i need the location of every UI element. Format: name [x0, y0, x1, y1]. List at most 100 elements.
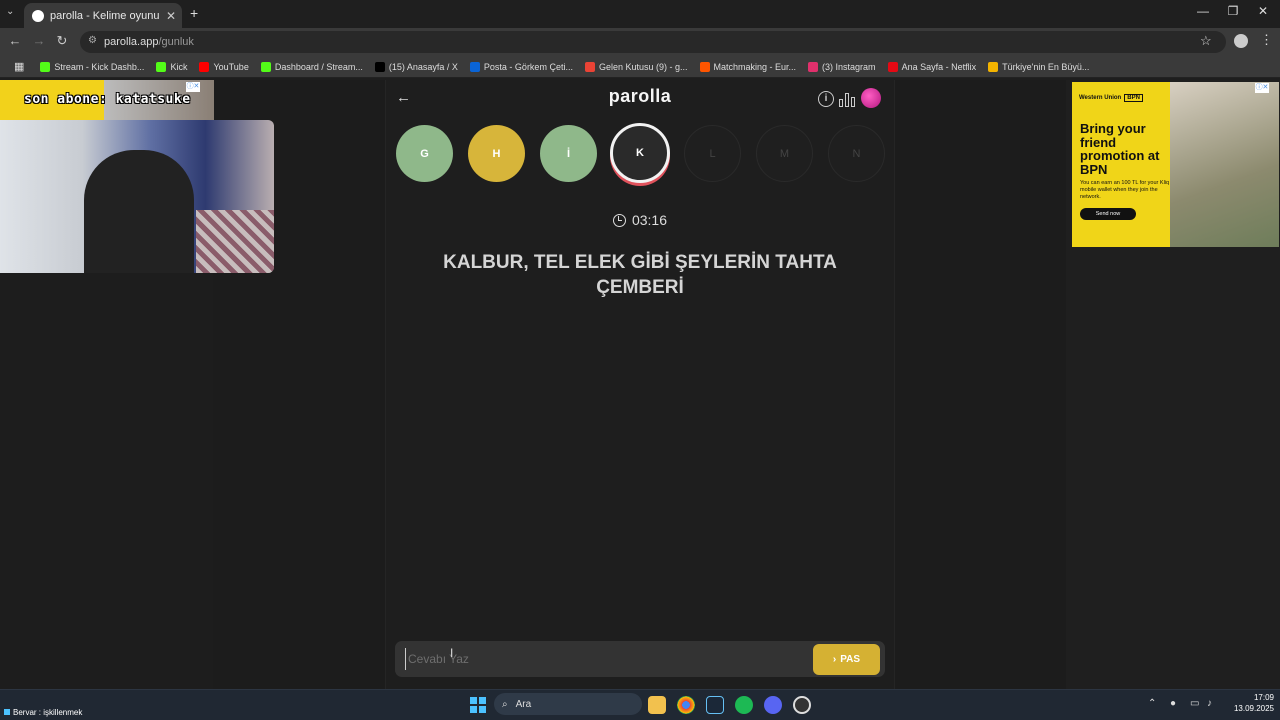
- status-dot-icon: [4, 709, 10, 715]
- bookmark-item[interactable]: YouTube: [193, 61, 254, 72]
- back-arrow-icon[interactable]: ←: [396, 89, 416, 107]
- spotify-icon[interactable]: [735, 696, 753, 714]
- bookmark-item[interactable]: (3) Instagram: [802, 61, 882, 72]
- pass-button[interactable]: › PAS: [813, 644, 880, 675]
- chevron-right-icon: ›: [832, 654, 837, 665]
- bookmark-favicon-icon: [584, 61, 595, 72]
- taskbar-clock[interactable]: 17:09 13.09.2025: [1222, 692, 1274, 714]
- bookmark-item[interactable]: Kick: [150, 61, 193, 72]
- text-cursor-icon: I: [450, 646, 454, 660]
- question-text: KALBUR, TEL ELEK GİBİ ŞEYLERİN TAHTA ÇEM…: [443, 252, 837, 298]
- ad-brand-left: Western Union: [1079, 95, 1122, 101]
- bookmark-favicon-icon: [156, 61, 167, 72]
- network-icon[interactable]: ▭: [1190, 698, 1199, 709]
- minimize-icon[interactable]: —: [1188, 4, 1218, 18]
- ad-brand: Western Union BPN: [1079, 94, 1143, 102]
- chrome-icon[interactable]: [677, 696, 695, 714]
- letter-circle-h: H: [468, 125, 525, 182]
- taskbar-search[interactable]: ⌕ Ara: [494, 693, 642, 715]
- tab-close-icon[interactable]: ✕: [166, 9, 176, 23]
- answer-input[interactable]: [405, 648, 805, 670]
- streamer-image: [84, 150, 194, 273]
- tab-title: parolla - Kelime oyunu. Günlük: [50, 9, 160, 22]
- tray-chevron-icon[interactable]: ⌃: [1148, 698, 1156, 709]
- webcam-background: [196, 210, 274, 273]
- bookmark-label: (3) Instagram: [822, 61, 876, 72]
- letter-circle-n: N: [828, 125, 885, 182]
- ad-body: You can earn an 100 TL for your Kliq mob…: [1080, 180, 1170, 200]
- bookmark-item[interactable]: Posta - Görkem Çeti...: [464, 61, 579, 72]
- last-subscriber-text: son abone: katatsuke: [24, 92, 191, 107]
- letter-circle-k-current: K: [610, 123, 670, 183]
- browser-tab[interactable]: parolla - Kelime oyunu. Günlük ✕: [24, 3, 182, 28]
- file-explorer-icon[interactable]: [648, 696, 666, 714]
- bookmark-favicon-icon: [808, 61, 819, 72]
- obs-icon[interactable]: [793, 696, 811, 714]
- bookmark-label: Kick: [170, 61, 188, 72]
- ad-cta-button[interactable]: Send now: [1080, 208, 1136, 220]
- info-icon[interactable]: i: [818, 91, 834, 107]
- bookmark-item[interactable]: Ana Sayfa - Netflix: [882, 61, 983, 72]
- volume-icon[interactable]: ♪: [1207, 698, 1212, 709]
- bookmark-label: YouTube: [213, 61, 249, 72]
- bookmark-label: (15) Anasayfa / X: [388, 61, 458, 72]
- bookmark-label: Posta - Görkem Çeti...: [483, 61, 573, 72]
- close-window-icon[interactable]: ✕: [1248, 4, 1278, 18]
- ad-choices-icon[interactable]: ⓘ✕: [1255, 83, 1269, 93]
- parolla-logo[interactable]: parolla: [560, 86, 720, 107]
- letter-circle-g: G: [396, 125, 453, 182]
- steam-icon[interactable]: [706, 696, 724, 714]
- url-host: parolla.app: [104, 36, 159, 48]
- bookmark-item[interactable]: (15) Anasayfa / X: [369, 61, 464, 72]
- apps-grid-icon[interactable]: ▦: [8, 60, 34, 73]
- bookmark-favicon-icon: [40, 61, 51, 72]
- windows-start-icon[interactable]: [470, 697, 486, 713]
- bookmark-favicon-icon: [988, 61, 999, 72]
- bookmark-favicon-icon: [374, 61, 385, 72]
- forward-icon[interactable]: →: [30, 33, 48, 48]
- letter-circle-l: L: [684, 125, 741, 182]
- bookmark-label: Ana Sayfa - Netflix: [901, 61, 977, 72]
- bookmark-item[interactable]: Dashboard / Stream...: [255, 61, 369, 72]
- new-tab-button[interactable]: +: [190, 5, 198, 21]
- address-bar[interactable]: parolla.app/gunluk: [80, 31, 1226, 53]
- tab-search-chevron-icon[interactable]: ⌄: [6, 6, 14, 17]
- bookmark-item[interactable]: Türkiye'nin En Büyü...: [982, 61, 1095, 72]
- bookmark-item[interactable]: Gelen Kutusu (9) - g...: [579, 61, 694, 72]
- profile-icon[interactable]: [1234, 34, 1248, 48]
- bookmark-label: Stream - Kick Dashb...: [54, 61, 145, 72]
- bookmark-item[interactable]: Stream - Kick Dashb...: [34, 61, 150, 72]
- user-avatar[interactable]: [861, 88, 881, 108]
- microphone-icon[interactable]: ●: [1170, 698, 1176, 709]
- discord-icon[interactable]: [764, 696, 782, 714]
- bookmark-item[interactable]: Matchmaking - Eur...: [694, 61, 803, 72]
- search-icon: ⌕: [502, 698, 508, 710]
- timer-value: 03:16: [631, 212, 668, 228]
- url-path: /gunluk: [158, 36, 194, 48]
- bookmark-label: Türkiye'nin En Büyü...: [1002, 61, 1090, 72]
- pass-label: PAS: [840, 654, 861, 665]
- stats-icon[interactable]: [839, 91, 855, 107]
- bookmark-label: Matchmaking - Eur...: [713, 61, 797, 72]
- bookmark-label: Dashboard / Stream...: [274, 61, 363, 72]
- bookmark-favicon-icon: [469, 61, 480, 72]
- webcam-feed: [0, 120, 274, 273]
- ad-choices-icon[interactable]: ⓘ✕: [186, 82, 200, 92]
- ad-photo: [1170, 82, 1279, 247]
- bookmark-label: Gelen Kutusu (9) - g...: [598, 61, 688, 72]
- ad-headline: Bring your friend promotion at BPN: [1080, 121, 1160, 177]
- bookmark-favicon-icon: [199, 61, 210, 72]
- letter-circle-i: İ: [540, 125, 597, 182]
- clock-time: 17:09: [1253, 693, 1274, 702]
- bookmark-star-icon[interactable]: ☆: [1200, 33, 1212, 49]
- taskbar-status-text: Bervar : işkillenmek: [4, 708, 82, 717]
- bookmark-favicon-icon: [260, 61, 271, 72]
- menu-icon[interactable]: ⋮: [1260, 32, 1273, 48]
- site-info-icon[interactable]: ⚙: [88, 35, 97, 46]
- bookmark-favicon-icon: [699, 61, 710, 72]
- restore-icon[interactable]: ❐: [1218, 4, 1248, 18]
- reload-icon[interactable]: ↻: [53, 33, 71, 49]
- status-label: Bervar : işkillenmek: [13, 708, 83, 717]
- back-icon[interactable]: ←: [6, 33, 24, 48]
- bookmarks-bar: ▦ Stream - Kick Dashb... Kick YouTube Dashb…: [0, 56, 1280, 78]
